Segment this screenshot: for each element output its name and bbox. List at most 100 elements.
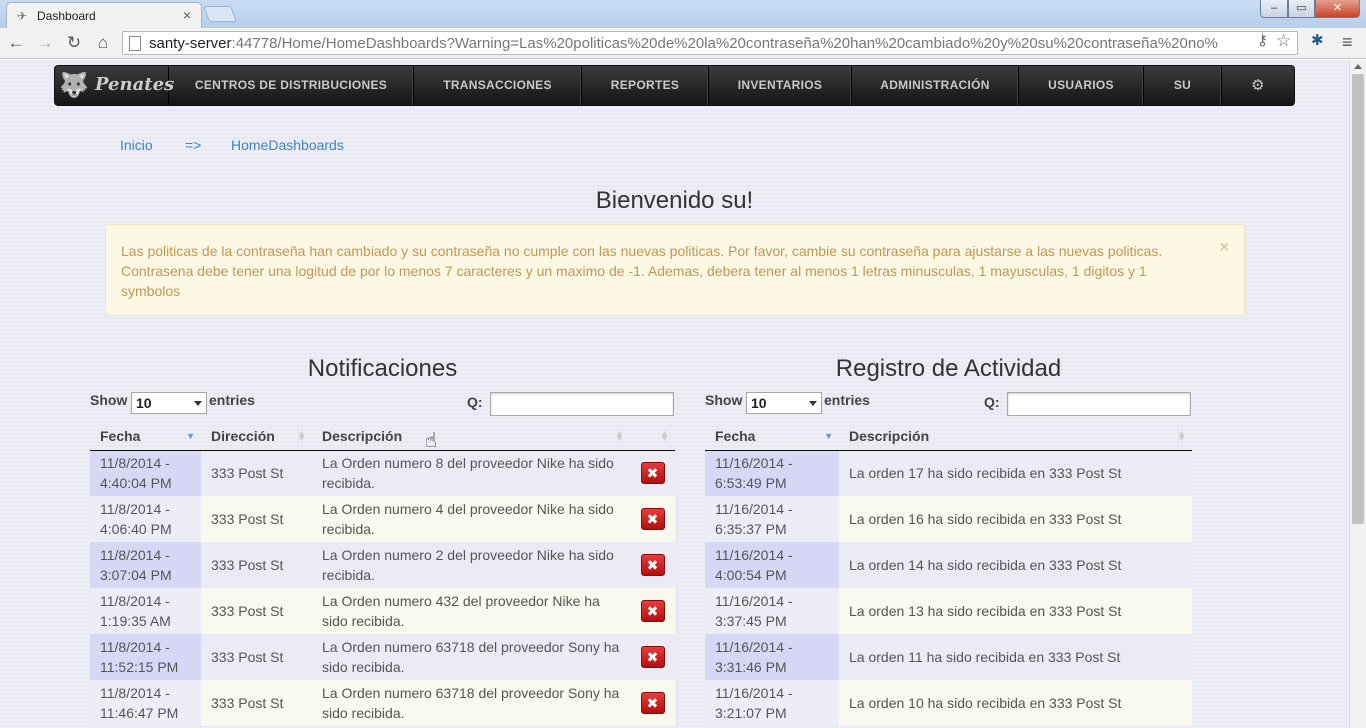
cell-actions: ✖ bbox=[630, 450, 675, 496]
back-arrow-icon[interactable]: ← bbox=[4, 32, 28, 54]
cell-actions: ✖ bbox=[630, 680, 675, 726]
window-minimize-button[interactable]: – bbox=[1260, 0, 1288, 18]
cell-fecha: 11/8/2014 - 11:46:47 PM bbox=[90, 680, 201, 726]
cell-actions: ✖ bbox=[630, 634, 675, 680]
activity-show-label: Show bbox=[705, 392, 743, 408]
nav-administracion[interactable]: ADMINISTRACIÓN bbox=[852, 66, 1019, 105]
main-navbar: 🐺 Penates CENTROS DE DISTRIBUCIONES TRAN… bbox=[54, 65, 1295, 106]
delete-notification-button[interactable]: ✖ bbox=[640, 462, 665, 485]
cell-descripcion: La Orden numero 2 del proveedor Nike ha … bbox=[312, 542, 630, 588]
column-header-actions[interactable]: ▲ ▼ bbox=[630, 422, 675, 451]
sort-icon: ▲ ▼ bbox=[660, 428, 669, 443]
nav-reportes[interactable]: REPORTES bbox=[582, 66, 709, 105]
activity-page-size-select[interactable]: 10 bbox=[746, 392, 822, 414]
cell-descripcion: La Orden numero 63718 del proveedor Sony… bbox=[312, 680, 630, 726]
page-favicon-icon: ✈ bbox=[17, 9, 28, 23]
window-maximize-button[interactable]: ▭ bbox=[1288, 0, 1315, 18]
cell-fecha: 11/8/2014 - 4:40:04 PM bbox=[90, 450, 201, 496]
forward-arrow-icon[interactable]: → bbox=[33, 32, 57, 54]
alert-message: Las politicas de la contraseña han cambi… bbox=[121, 243, 1163, 299]
bookmark-star-icon[interactable]: ☆ bbox=[1276, 31, 1291, 51]
breadcrumb-home-link[interactable]: Inicio bbox=[120, 137, 153, 153]
alert-close-icon[interactable]: × bbox=[1220, 239, 1229, 257]
window-close-button[interactable]: ✕ bbox=[1315, 0, 1360, 18]
cell-descripcion: La Orden numero 432 del proveedor Nike h… bbox=[312, 588, 630, 634]
new-tab-button[interactable] bbox=[203, 6, 237, 22]
cell-fecha: 11/16/2014 - 3:21:07 PM bbox=[705, 680, 839, 726]
breadcrumb-current-link[interactable]: HomeDashboards bbox=[231, 137, 344, 153]
column-header-descripcion[interactable]: Descripción ▲ ▼ bbox=[839, 422, 1192, 451]
chevron-down-icon bbox=[194, 401, 202, 406]
address-bar[interactable]: santy-server:44778/Home/HomeDashboards?W… bbox=[122, 31, 1298, 55]
cell-fecha: 11/8/2014 - 1:19:35 AM bbox=[90, 588, 201, 634]
key-icon[interactable]: ⚷ bbox=[1257, 31, 1268, 49]
scrollbar-thumb[interactable] bbox=[1352, 74, 1364, 524]
sort-desc-icon: ▼ bbox=[186, 431, 195, 441]
cell-direccion: 333 Post St bbox=[201, 496, 312, 542]
browser-tab[interactable]: ✈ Dashboard × bbox=[6, 2, 202, 28]
delete-notification-button[interactable]: ✖ bbox=[640, 508, 665, 530]
tab-title: Dashboard bbox=[37, 9, 96, 23]
notifications-search-icon: Q: bbox=[467, 394, 483, 410]
tab-close-icon[interactable]: × bbox=[183, 7, 191, 23]
activity-search-input[interactable] bbox=[1007, 392, 1191, 416]
browser-toolbar: ← → ↻ ⌂ santy-server:44778/Home/HomeDash… bbox=[0, 28, 1366, 59]
cell-fecha: 11/16/2014 - 3:31:46 PM bbox=[705, 634, 839, 680]
table-row: 11/16/2014 - 6:35:37 PM La orden 16 ha si… bbox=[705, 496, 1192, 542]
table-row: 11/16/2014 - 3:21:07 PM La orden 10 ha si… bbox=[705, 680, 1192, 726]
delete-notification-button[interactable]: ✖ bbox=[640, 554, 665, 576]
cell-actions: ✖ bbox=[630, 542, 675, 588]
column-header-fecha[interactable]: Fecha ▼ bbox=[90, 422, 201, 451]
column-header-direccion[interactable]: Dirección ▲ ▼ bbox=[201, 422, 312, 451]
table-row: 11/8/2014 - 3:07:04 PM 333 Post St La Orde… bbox=[90, 542, 675, 588]
delete-notification-button[interactable]: ✖ bbox=[640, 692, 665, 714]
cell-actions: ✖ bbox=[630, 588, 675, 634]
cell-actions: ✖ bbox=[630, 496, 675, 542]
extension-icon[interactable]: ✱ bbox=[1311, 31, 1324, 49]
activity-title: Registro de Actividad bbox=[835, 355, 1062, 382]
scroll-up-arrow-icon[interactable] bbox=[1354, 64, 1362, 69]
cell-descripcion: La Orden numero 8 del proveedor Nike ha … bbox=[312, 450, 630, 496]
nav-user-su[interactable]: SU bbox=[1144, 66, 1222, 105]
sort-desc-icon: ▼ bbox=[824, 431, 833, 441]
column-header-fecha[interactable]: Fecha ▼ bbox=[705, 422, 839, 451]
notifications-search-input[interactable] bbox=[490, 392, 674, 416]
wolf-logo-icon: 🐺 bbox=[59, 72, 89, 99]
cell-direccion: 333 Post St bbox=[201, 680, 312, 726]
brand-logo[interactable]: 🐺 Penates bbox=[55, 66, 174, 105]
browser-titlebar: ✈ Dashboard × – ▭ ✕ bbox=[0, 0, 1366, 28]
cell-fecha: 11/16/2014 - 4:00:54 PM bbox=[705, 542, 839, 588]
sort-icon: ▲ ▼ bbox=[615, 428, 624, 443]
settings-gear-icon[interactable]: ⚙ bbox=[1222, 66, 1294, 105]
cell-direccion: 333 Post St bbox=[201, 634, 312, 680]
chrome-menu-icon[interactable]: ≡ bbox=[1342, 32, 1353, 53]
page-icon bbox=[129, 36, 141, 51]
delete-notification-button[interactable]: ✖ bbox=[640, 646, 665, 668]
delete-notification-button[interactable]: ✖ bbox=[640, 600, 665, 622]
page-scrollbar[interactable] bbox=[1349, 60, 1366, 728]
page-viewport: 🐺 Penates CENTROS DE DISTRIBUCIONES TRAN… bbox=[0, 60, 1349, 728]
brand-name: Penates bbox=[95, 74, 175, 95]
sort-icon: ▲ ▼ bbox=[1177, 428, 1186, 443]
cell-fecha: 11/8/2014 - 11:52:15 PM bbox=[90, 634, 201, 680]
table-row: 11/16/2014 - 3:31:46 PM La orden 11 ha si… bbox=[705, 634, 1192, 680]
nav-usuarios[interactable]: USUARIOS bbox=[1019, 66, 1144, 105]
password-warning-alert: Las politicas de la contraseña han cambi… bbox=[105, 224, 1245, 316]
home-icon[interactable]: ⌂ bbox=[91, 32, 115, 54]
cell-direccion: 333 Post St bbox=[201, 588, 312, 634]
nav-inventarios[interactable]: INVENTARIOS bbox=[709, 66, 852, 105]
reload-icon[interactable]: ↻ bbox=[62, 32, 86, 54]
table-row: 11/16/2014 - 4:00:54 PM La orden 14 ha si… bbox=[705, 542, 1192, 588]
table-row: 11/16/2014 - 6:53:49 PM La orden 17 ha si… bbox=[705, 450, 1192, 496]
column-header-descripcion[interactable]: Descripción ▲ ▼ bbox=[312, 422, 630, 451]
notifications-entries-label: entries bbox=[209, 392, 255, 408]
address-url: santy-server:44778/Home/HomeDashboards?W… bbox=[149, 35, 1218, 52]
nav-transacciones[interactable]: TRANSACCIONES bbox=[414, 66, 582, 105]
nav-centros-distribuciones[interactable]: CENTROS DE DISTRIBUCIONES bbox=[169, 66, 414, 105]
breadcrumb-separator: => bbox=[185, 137, 202, 153]
notifications-page-size-select[interactable]: 10 bbox=[131, 392, 207, 414]
activity-entries-label: entries bbox=[824, 392, 870, 408]
table-row: 11/8/2014 - 11:46:47 PM 333 Post St La Ord… bbox=[90, 680, 675, 726]
activity-search-icon: Q: bbox=[984, 394, 1000, 410]
cell-direccion: 333 Post St bbox=[201, 450, 312, 496]
